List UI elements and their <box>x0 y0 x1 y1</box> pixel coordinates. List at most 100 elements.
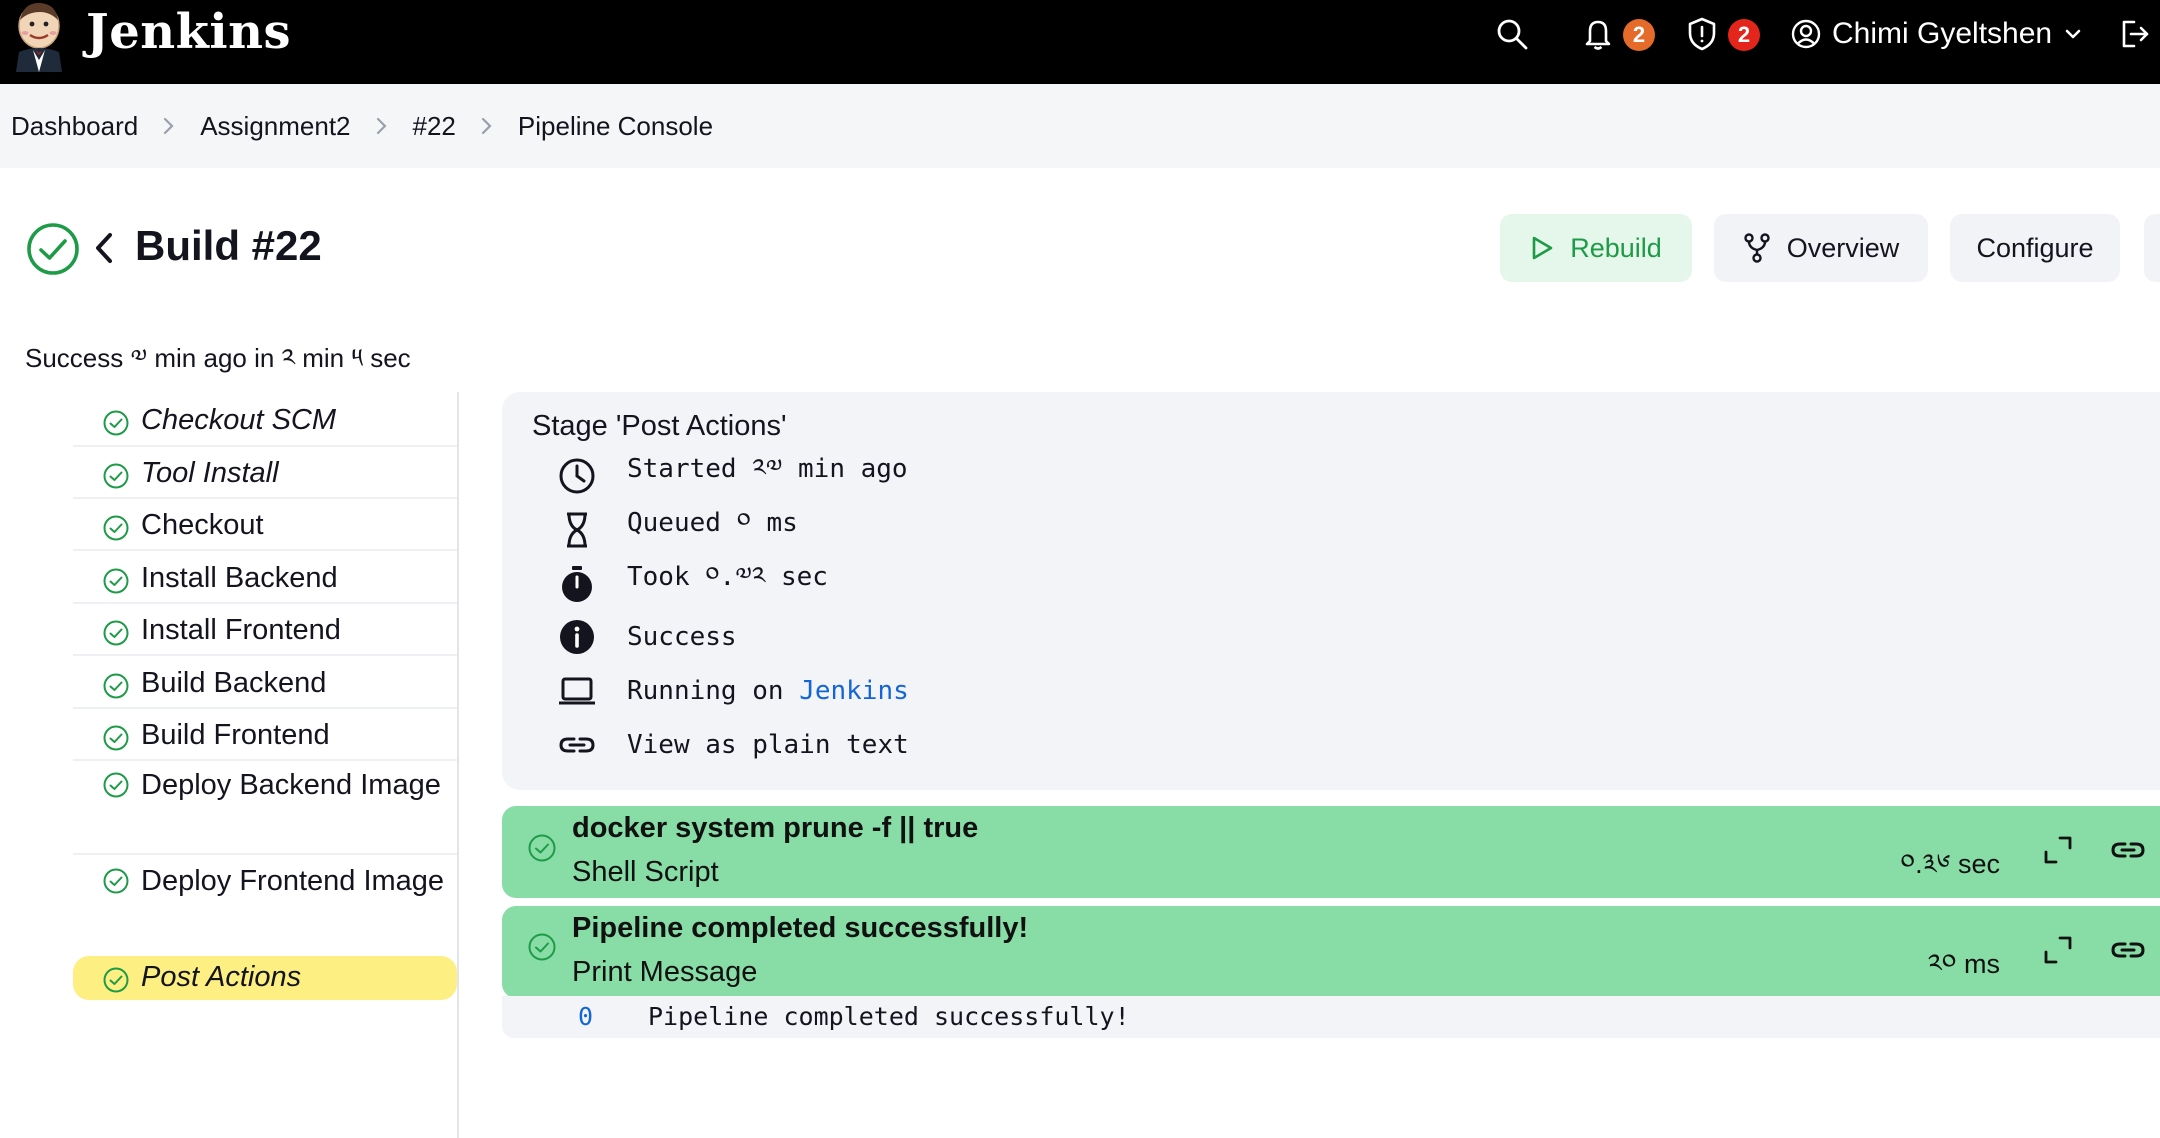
stage-item[interactable]: Deploy Frontend Image <box>73 860 457 946</box>
stage-item[interactable]: Build Backend <box>73 665 457 701</box>
stage-item[interactable]: Build Frontend <box>73 717 457 753</box>
stage-heading: Stage 'Post Actions' <box>532 410 787 442</box>
success-check-icon <box>103 620 129 646</box>
breadcrumb-separator-icon <box>375 116 389 136</box>
configure-label: Configure <box>1976 232 2094 263</box>
step-title: Pipeline completed successfully! <box>572 912 1029 944</box>
status-text: Success <box>627 622 737 652</box>
breadcrumb: Dashboard Assignment2 #22 Pipeline Conso… <box>11 84 713 168</box>
log-line-text: Pipeline completed successfully! <box>648 1002 1130 1031</box>
queued-row: Queued ༠ ms <box>557 508 798 550</box>
link-icon[interactable] <box>2110 932 2146 968</box>
success-check-icon <box>103 515 129 541</box>
breadcrumb-build[interactable]: #22 <box>413 111 456 142</box>
step-subtitle: Print Message <box>572 956 758 988</box>
stage-label: Install Frontend <box>141 614 341 646</box>
stage-item-selected[interactable]: Post Actions <box>73 956 457 1000</box>
success-check-icon <box>103 410 129 436</box>
success-check-icon <box>528 933 556 961</box>
stage-label: Deploy Frontend Image <box>141 865 445 897</box>
plain-text-row[interactable]: View as plain text <box>557 725 909 765</box>
jenkins-logo[interactable] <box>10 0 68 72</box>
success-check-icon <box>103 967 129 993</box>
step-subtitle: Shell Script <box>572 856 719 888</box>
user-menu[interactable]: Chimi Gyeltshen <box>1790 14 2084 54</box>
build-summary: Success ༧ min ago in ༢ min ༥ sec <box>25 343 411 373</box>
breadcrumb-separator-icon <box>480 116 494 136</box>
user-avatar-icon <box>1791 19 1821 49</box>
stage-item[interactable]: Install Backend <box>73 560 457 596</box>
link-icon <box>559 737 595 753</box>
view-plain-text-link[interactable]: View as plain text <box>627 730 909 760</box>
logout-icon[interactable] <box>2114 14 2154 54</box>
success-check-icon <box>528 834 556 862</box>
breadcrumb-separator-icon <box>162 116 176 136</box>
search-icon[interactable] <box>1492 14 1532 54</box>
breadcrumb-current[interactable]: Pipeline Console <box>518 111 713 142</box>
configure-button[interactable]: Configure <box>1950 214 2120 282</box>
step-title: docker system prune -f || true <box>572 812 979 844</box>
took-text: Took ༠.༧༢ sec <box>627 561 828 592</box>
page-title: Build #22 <box>135 222 322 269</box>
overview-button[interactable]: Overview <box>1714 214 1928 282</box>
stopwatch-icon <box>562 566 592 602</box>
stage-label: Post Actions <box>141 961 302 993</box>
play-icon <box>1532 236 1553 260</box>
branch-icon <box>1744 233 1770 263</box>
success-check-icon <box>103 463 129 489</box>
running-row: Running on Jenkins <box>557 671 909 711</box>
status-row: Success <box>557 617 737 657</box>
info-icon <box>560 620 594 654</box>
node-link[interactable]: Jenkins <box>799 676 909 706</box>
expand-icon[interactable] <box>2040 932 2076 968</box>
brand-name[interactable]: Jenkins <box>86 0 291 64</box>
clock-icon <box>559 458 595 494</box>
stage-label: Checkout <box>141 509 264 541</box>
stage-separator <box>73 602 457 604</box>
stage-label: Build Backend <box>141 667 327 699</box>
stage-list-divider <box>457 392 459 1138</box>
stage-separator <box>73 707 457 709</box>
more-actions-button[interactable] <box>2144 214 2160 282</box>
rebuild-label: Rebuild <box>1570 232 1662 263</box>
stage-separator <box>73 497 457 499</box>
expand-icon[interactable] <box>2040 832 2076 868</box>
notifications-badge[interactable]: 2 <box>1623 19 1655 51</box>
back-chevron-icon[interactable] <box>92 230 116 266</box>
stage-label: Install Backend <box>141 562 338 594</box>
hourglass-icon <box>567 512 587 548</box>
rebuild-button[interactable]: Rebuild <box>1500 214 1692 282</box>
bell-icon[interactable] <box>1578 14 1618 54</box>
stage-item[interactable]: Install Frontend <box>73 612 457 648</box>
success-status-icon <box>27 223 79 275</box>
success-check-icon <box>103 725 129 751</box>
breadcrumb-job[interactable]: Assignment2 <box>200 111 350 142</box>
stage-item[interactable]: Tool Install <box>73 455 457 491</box>
laptop-icon <box>559 677 595 705</box>
stage-separator <box>73 445 457 447</box>
stage-label: Deploy Backend Image <box>141 769 441 801</box>
stage-item[interactable]: Deploy Backend Image <box>73 764 457 850</box>
running-prefix: Running on <box>627 676 800 706</box>
stage-separator <box>73 759 457 761</box>
chevron-down-icon <box>2065 29 2081 39</box>
breadcrumb-dashboard[interactable]: Dashboard <box>11 111 138 142</box>
success-check-icon <box>103 868 129 894</box>
breadcrumb-bar: Dashboard Assignment2 #22 Pipeline Conso… <box>0 84 2160 168</box>
success-check-icon <box>103 568 129 594</box>
started-row: Started ༢༧ min ago <box>557 454 908 496</box>
stage-label: Build Frontend <box>141 719 330 751</box>
log-line-number[interactable]: 0 <box>578 1002 593 1031</box>
success-check-icon <box>103 673 129 699</box>
stage-item[interactable]: Checkout <box>73 507 457 543</box>
stage-label: Tool Install <box>141 457 279 489</box>
stage-separator <box>73 549 457 551</box>
took-row: Took ༠.༧༢ sec <box>557 562 828 604</box>
stage-item[interactable]: Checkout SCM <box>73 402 457 438</box>
link-icon[interactable] <box>2110 832 2146 868</box>
user-name: Chimi Gyeltshen <box>1832 17 2053 50</box>
shield-icon[interactable] <box>1682 14 1722 54</box>
top-header: Jenkins 2 2 Chimi Gyeltshen <box>0 0 2160 84</box>
success-check-icon <box>103 772 129 798</box>
security-badge[interactable]: 2 <box>1728 19 1760 51</box>
